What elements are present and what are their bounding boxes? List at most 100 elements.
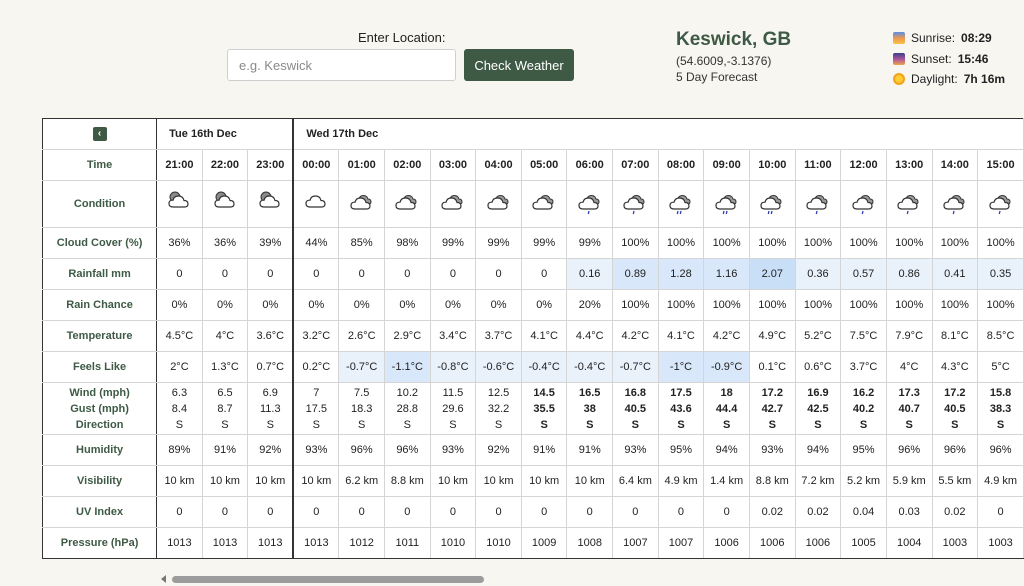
direction-value: S <box>540 418 548 431</box>
gust-value: 42.7 <box>761 402 783 415</box>
feels-like-cell: -0.8°C <box>429 351 477 383</box>
wind-cell: 11.5 29.6 S <box>429 382 477 435</box>
feels-like-cell: -0.6°C <box>475 351 522 383</box>
wind-value: 12.5 <box>487 386 510 399</box>
cloud-cell: 85% <box>338 227 386 259</box>
cloud-cell: 99% <box>429 227 477 259</box>
wind-value: 16.9 <box>807 386 829 399</box>
condition-cell <box>201 180 249 228</box>
time-cell: 02:00 <box>384 149 431 181</box>
time-row: Time 21:00 22:00 23:00 00:00 01:00 02:00 03:00 0… <box>42 149 1024 181</box>
pressure-cell: 1010 <box>429 527 477 559</box>
gust-label: Gust (mph) <box>70 402 129 415</box>
condition-cell <box>931 180 979 228</box>
gust-value: 17.5 <box>305 402 328 415</box>
pressure-cell: 1003 <box>977 527 1024 559</box>
cloud-cell: 100% <box>840 227 887 259</box>
visibility-cell: 10 km <box>247 465 294 497</box>
feels-like-cell: 3.7°C <box>840 351 887 383</box>
back-cell: ‹ <box>42 118 158 150</box>
uv-cell: 0 <box>429 496 477 528</box>
chevron-left-icon[interactable]: ‹ <box>92 127 107 141</box>
uv-cell: 0 <box>475 496 522 528</box>
temperature-cell: 3.4°C <box>429 320 477 352</box>
temperature-cell: 7.9°C <box>885 320 933 352</box>
wind-value: 18 <box>720 386 733 399</box>
feels-like-cell: 2°C <box>156 351 203 383</box>
wind-cell: 14.5 35.5 S <box>520 382 568 435</box>
direction-value: S <box>312 418 321 431</box>
temperature-cell: 4.9°C <box>748 320 796 352</box>
horizontal-scrollbar-thumb[interactable] <box>172 576 484 583</box>
partly-cloudy-night-icon <box>168 191 190 208</box>
pressure-cell: 1008 <box>566 527 614 559</box>
feels-like-cell: 0.6°C <box>794 351 842 383</box>
sunset-label: Sunset: <box>911 52 952 66</box>
sunset-time: 15:46 <box>957 52 989 66</box>
time-label: Time <box>42 149 158 181</box>
uv-cell: 0 <box>156 496 203 528</box>
rain-chance-cell: 100% <box>703 289 750 321</box>
cloud-cell: 100% <box>748 227 796 259</box>
rain-chance-cell: 20% <box>566 289 614 321</box>
location-input[interactable] <box>227 49 456 81</box>
gust-value: 11.3 <box>259 402 281 415</box>
wind-cell: 6.9 11.3 S <box>247 382 294 435</box>
location-name: Keswick, GB <box>676 29 792 50</box>
gust-value: 18.3 <box>350 402 373 415</box>
check-weather-button[interactable]: Check Weather <box>464 49 574 81</box>
time-cell: 23:00 <box>247 149 294 181</box>
temperature-cell: 4.4°C <box>566 320 614 352</box>
time-cell: 13:00 <box>885 149 933 181</box>
gust-value: 40.7 <box>898 402 920 415</box>
temperature-cell: 4.5°C <box>156 320 203 352</box>
forecast-table-scroll[interactable]: ‹ Tue 16th Dec Wed 17th Dec Time 21:00 22:00 2… <box>42 118 1024 563</box>
wind-cell: 12.5 32.2 S <box>475 382 522 435</box>
temperature-cell: 2.6°C <box>338 320 386 352</box>
temperature-label: Temperature <box>42 320 158 352</box>
time-cell: 00:00 <box>292 149 340 181</box>
condition-cell <box>384 180 431 228</box>
pressure-cell: 1004 <box>885 527 933 559</box>
pressure-cell: 1011 <box>384 527 431 559</box>
temperature-cell: 8.1°C <box>931 320 979 352</box>
overcast-icon <box>441 194 463 210</box>
uv-cell: 0 <box>520 496 568 528</box>
time-cell: 22:00 <box>201 149 249 181</box>
cloud-cell: 100% <box>885 227 933 259</box>
rainfall-cell: 0.89 <box>612 258 659 290</box>
wind-cell: 16.8 40.5 S <box>612 382 659 435</box>
direction-value: S <box>175 418 184 431</box>
humidity-row: Humidity 89% 91% 92% 93% 96% 96% 93% 92% 91% 91% 93… <box>42 434 1024 466</box>
feels-like-cell: 4.3°C <box>931 351 979 383</box>
cloud-cell: 100% <box>703 227 750 259</box>
wind-value: 16.5 <box>579 386 601 399</box>
scroll-left-arrow-icon[interactable] <box>161 575 166 583</box>
rainfall-cell: 0.35 <box>977 258 1024 290</box>
cloud-cover-row: Cloud Cover (%) 36% 36% 39% 44% 85% 98% 99% 99% 9… <box>42 227 1024 259</box>
direction-value: S <box>768 418 776 431</box>
pressure-cell: 1007 <box>612 527 659 559</box>
cloud-cell: 44% <box>292 227 340 259</box>
condition-cell <box>156 180 203 228</box>
humidity-cell: 89% <box>156 434 203 466</box>
gust-value: 35.5 <box>533 402 555 415</box>
uv-cell: 0 <box>292 496 340 528</box>
feels-like-cell: -0.7°C <box>612 351 659 383</box>
temperature-cell: 3.7°C <box>475 320 522 352</box>
uv-cell: 0 <box>657 496 705 528</box>
gust-value: 44.4 <box>715 402 738 415</box>
humidity-cell: 96% <box>885 434 933 466</box>
feels-like-cell: 0.1°C <box>748 351 796 383</box>
condition-cell <box>794 180 842 228</box>
rain-chance-cell: 0% <box>338 289 386 321</box>
temperature-cell: 5.2°C <box>794 320 842 352</box>
humidity-cell: 94% <box>703 434 750 466</box>
rain-chance-cell: 100% <box>840 289 887 321</box>
rainfall-cell: 1.28 <box>657 258 705 290</box>
gust-value: 32.2 <box>487 402 510 415</box>
wind-cell: 7 17.5 S <box>292 382 340 435</box>
wind-value: 14.5 <box>533 386 555 399</box>
cloud-cell: 100% <box>977 227 1024 259</box>
wind-cell: 15.8 38.3 S <box>977 382 1024 435</box>
